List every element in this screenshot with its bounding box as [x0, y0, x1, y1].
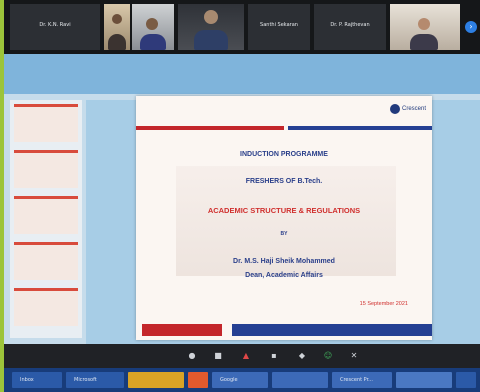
share-icon[interactable]: ▲	[238, 348, 254, 364]
next-page-icon[interactable]: ›	[465, 21, 477, 33]
presenter-title: Dean, Academic Affairs	[245, 272, 323, 279]
participant-name: Santhi Sekaran	[260, 22, 298, 28]
slide-date: 15 September 2021	[359, 301, 408, 307]
participant-body	[194, 30, 228, 50]
participant-video[interactable]	[104, 4, 130, 50]
monitor-screen: Dr. K.N. Ravi Santhi Sekaran Dr. P. Rajt…	[4, 0, 480, 392]
slide-thumbnail[interactable]	[14, 196, 78, 234]
participant-head	[112, 14, 122, 24]
participant-body	[108, 34, 126, 50]
slide-topic: ACADEMIC STRUCTURE & REGULATIONS	[207, 206, 361, 215]
taskbar-item[interactable]: Microsoft	[66, 372, 124, 388]
taskbar-item[interactable]	[396, 372, 452, 388]
meeting-controls: ● ■ ▲ ▪ ◆ ☺ ✕	[4, 344, 480, 368]
participant-head	[204, 10, 218, 24]
chat-icon[interactable]: ▪	[266, 348, 282, 364]
slide-heading: INDUCTION PROGRAMME	[240, 151, 328, 158]
participant-head	[418, 18, 430, 30]
slide-by: BY	[280, 231, 288, 237]
logo-text: Crescent	[401, 106, 426, 112]
taskbar-item[interactable]	[128, 372, 184, 388]
participant-head	[146, 18, 158, 30]
participant-body	[140, 34, 166, 50]
taskbar-item[interactable]: Inbox	[12, 372, 62, 388]
presenter-name: Dr. M.S. Haji Sheik Mohammed	[233, 258, 335, 265]
video-icon[interactable]: ■	[210, 348, 226, 364]
participant-body	[410, 34, 438, 50]
bottom-blue-bar	[232, 324, 432, 336]
participant-tile[interactable]: Dr. P. Rajthevan	[314, 4, 386, 50]
taskbar-item[interactable]: Crescent Pr...	[332, 372, 392, 388]
participant-name: Dr. K.N. Ravi	[39, 22, 71, 28]
participant-video[interactable]	[178, 4, 244, 50]
ppt-ribbon	[4, 54, 480, 94]
slide-thumbnail[interactable]	[14, 288, 78, 326]
taskbar-item[interactable]: Google	[212, 372, 268, 388]
top-red-bar	[136, 126, 284, 130]
mute-icon[interactable]: ●	[184, 348, 200, 364]
slide-thumbnail[interactable]	[14, 104, 78, 142]
reactions-icon[interactable]: ☺	[320, 348, 336, 364]
slide-thumbnail[interactable]	[14, 242, 78, 280]
participants-icon[interactable]: ◆	[294, 348, 310, 364]
participant-name: Dr. P. Rajthevan	[330, 22, 370, 28]
participant-strip: Dr. K.N. Ravi Santhi Sekaran Dr. P. Rajt…	[4, 0, 480, 54]
logo-icon	[389, 104, 400, 114]
crescent-logo: Crescent	[389, 104, 426, 114]
slide-subheading: FRESHERS OF B.Tech.	[245, 178, 323, 185]
top-blue-bar	[288, 126, 432, 130]
taskbar-item[interactable]	[272, 372, 328, 388]
end-icon[interactable]: ✕	[346, 348, 362, 364]
taskbar-item[interactable]	[188, 372, 208, 388]
slide-thumbnails	[10, 100, 82, 338]
taskbar-item[interactable]	[456, 372, 476, 388]
participant-video[interactable]	[132, 4, 174, 50]
participant-video[interactable]	[390, 4, 460, 50]
participant-tile[interactable]: Santhi Sekaran	[248, 4, 310, 50]
presentation-slide: Crescent INDUCTION PROGRAMME FRESHERS OF…	[136, 96, 432, 340]
slide-thumbnail[interactable]	[14, 150, 78, 188]
bottom-red-bar	[142, 324, 222, 336]
windows-taskbar: Inbox Microsoft Google Crescent Pr...	[4, 368, 480, 392]
participant-tile[interactable]: Dr. K.N. Ravi	[10, 4, 100, 50]
